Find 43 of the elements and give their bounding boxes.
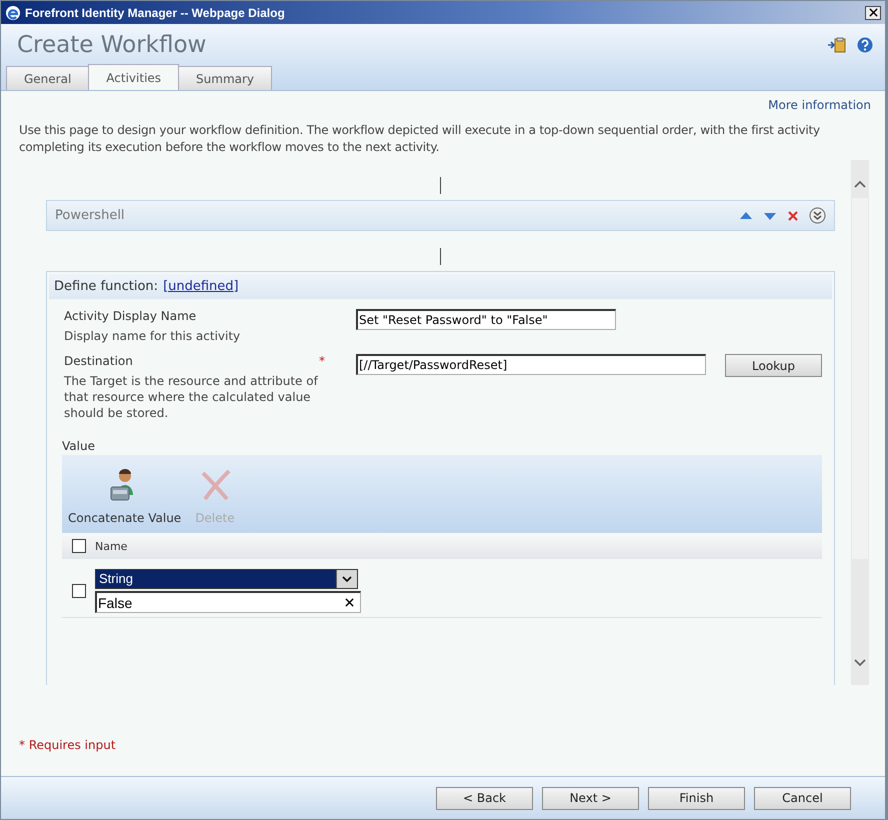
field-label: Destination	[64, 354, 134, 368]
select-all-checkbox[interactable]	[72, 539, 86, 553]
delete-icon[interactable]	[787, 210, 799, 222]
intro-text: Use this page to design your workflow definition. The workflow depicted will execute in a top-down sequential order, with the first activity completing its execution before the workflow moves to the next activity.	[19, 122, 821, 156]
more-information-link[interactable]: More information	[768, 98, 871, 112]
input-field[interactable]: [//Target/PasswordReset]	[356, 354, 706, 375]
move-up-icon[interactable]	[739, 210, 753, 222]
requires-input-note: * Requires input	[19, 738, 117, 752]
wizard-button[interactable]: < Back	[436, 786, 533, 810]
undefined-link[interactable]: [undefined]	[163, 279, 239, 294]
close-button[interactable]	[865, 6, 881, 20]
window-title: Forefront Identity Manager -- Webpage Dialog	[25, 6, 286, 20]
value-label: Value	[61, 438, 96, 455]
browser-icon	[5, 4, 21, 20]
type-dropdown[interactable]: String	[95, 569, 358, 589]
caret-icon	[342, 576, 352, 582]
page-title: Create Workflow	[17, 32, 208, 58]
field-hint: The Target is the resource and attribute of that resource where the calculated value should be stored.	[64, 373, 319, 421]
scrollbar[interactable]	[851, 160, 869, 685]
wizard-button[interactable]: Next >	[542, 786, 639, 810]
define-function-label: Define function:	[54, 279, 158, 294]
activity-title: Powershell	[55, 208, 126, 223]
required-marker: *	[319, 354, 325, 368]
close-icon	[868, 8, 878, 17]
clipboard-icon[interactable]	[827, 36, 847, 52]
wizard-button[interactable]: Cancel	[754, 786, 851, 810]
value-field[interactable]: False	[95, 591, 361, 613]
scroll-up-icon[interactable]	[854, 180, 866, 188]
input-field[interactable]: Set "Reset Password" to "False"	[356, 309, 616, 330]
wizard-button[interactable]: Finish	[648, 786, 745, 810]
field-hint: Display name for this activity	[64, 328, 242, 344]
clear-icon[interactable]	[345, 598, 354, 607]
tab[interactable]: Summary	[178, 66, 272, 90]
tab[interactable]: Activities	[88, 64, 180, 90]
row-checkbox[interactable]	[72, 584, 86, 598]
collapse-icon[interactable]	[809, 207, 826, 224]
scroll-down-icon[interactable]	[854, 659, 866, 667]
toolbar-button[interactable]: Concatenate Value	[68, 467, 182, 525]
column-header: Name	[95, 540, 128, 552]
field-label: Activity Display Name	[64, 309, 198, 323]
lookup-button[interactable]: Lookup	[725, 354, 822, 377]
tab[interactable]: General	[6, 66, 90, 90]
help-icon[interactable]	[857, 36, 873, 52]
